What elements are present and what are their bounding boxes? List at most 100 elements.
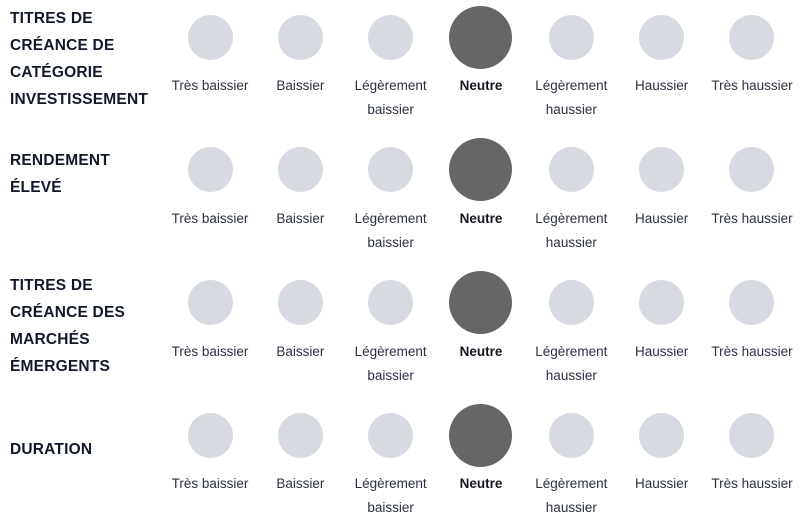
scale-point-label: Neutre [459,78,503,93]
asset-class-row: TITRES DE CRÉANCE DE CATÉGORIE INVESTISS… [0,0,800,133]
sentiment-scale: Très baissier Baissier Légèrement baissi… [160,0,800,122]
sentiment-dot-icon [368,147,414,193]
scale-point-haussier[interactable]: Haussier [618,0,706,98]
scale-point-legerement-baissier[interactable]: Légèrement baissier [347,266,435,388]
scale-point-label: Baissier [276,343,325,359]
sentiment-dot-icon [548,147,594,193]
scale-point-label: Très baissier [171,343,249,359]
scale-point-legerement-haussier[interactable]: Légèrement haussier [527,266,615,388]
scale-point-legerement-haussier[interactable]: Légèrement haussier [527,0,615,122]
scale-point-label: Légèrement baissier [354,476,427,516]
dot-slot [548,0,594,74]
scale-point-label: Légèrement baissier [354,78,427,117]
dot-slot [639,0,685,74]
scale-point-tres-baissier[interactable]: Très baissier [166,133,254,231]
sentiment-dot-icon [729,280,775,325]
asset-class-row: RENDEMENT ÉLEVÉ Très baissier Baissier L… [0,133,800,266]
sentiment-dot-icon [187,280,233,325]
dot-slot [639,266,685,340]
sentiment-dot-icon [548,412,594,458]
dot-slot [449,266,513,340]
scale-point-tres-haussier[interactable]: Très haussier [708,266,796,364]
scale-point-legerement-baissier[interactable]: Légèrement baissier [347,398,435,520]
scale-point-legerement-haussier[interactable]: Légèrement haussier [527,398,615,520]
scale-point-tres-baissier[interactable]: Très baissier [166,266,254,364]
dot-slot [729,266,775,340]
dot-slot [277,133,323,207]
scale-point-legerement-baissier[interactable]: Légèrement baissier [347,0,435,122]
scale-point-baissier[interactable]: Baissier [256,0,344,98]
sentiment-dot-icon [548,14,594,60]
scale-point-tres-haussier[interactable]: Très haussier [708,398,796,496]
scale-point-label: Baissier [276,210,325,226]
scale-point-baissier[interactable]: Baissier [256,133,344,231]
scale-point-label: Légèrement baissier [354,343,427,383]
dot-slot [729,398,775,472]
sentiment-dot-icon [729,412,775,458]
dot-slot [187,133,233,207]
sentiment-dot-icon [639,14,685,60]
scale-point-label: Très baissier [171,476,249,492]
dot-slot [368,0,414,74]
dot-slot [187,0,233,74]
scale-point-baissier[interactable]: Baissier [256,266,344,364]
scale-point-label: Légèrement haussier [535,343,608,383]
dot-slot [729,133,775,207]
scale-point-label: Très haussier [711,476,793,492]
scale-point-neutre[interactable]: Neutre [437,0,525,98]
scale-point-label: Baissier [276,78,325,93]
scale-point-neutre[interactable]: Neutre [437,266,525,364]
scale-point-legerement-haussier[interactable]: Légèrement haussier [527,133,615,255]
dot-slot [639,398,685,472]
scale-point-label: Très haussier [711,78,793,93]
scale-point-neutre[interactable]: Neutre [437,398,525,496]
scale-point-haussier[interactable]: Haussier [618,133,706,231]
sentiment-dot-icon [368,280,414,325]
dot-slot [187,266,233,340]
scale-point-label: Haussier [635,210,689,226]
dot-slot [449,398,513,472]
scale-point-tres-baissier[interactable]: Très baissier [166,0,254,98]
scale-point-tres-haussier[interactable]: Très haussier [708,0,796,98]
dot-slot [449,0,513,74]
dot-slot [277,398,323,472]
dot-slot [277,266,323,340]
asset-class-label: RENDEMENT ÉLEVÉ [10,151,110,196]
scale-point-neutre[interactable]: Neutre [437,133,525,231]
scale-point-legerement-baissier[interactable]: Légèrement baissier [347,133,435,255]
asset-class-label: TITRES DE CRÉANCE DES MARCHÉS ÉMERGENTS [10,276,126,375]
dot-slot [368,133,414,207]
scale-point-label: Légèrement baissier [354,210,427,250]
sentiment-dot-icon [277,280,323,325]
sentiment-dot-selected-icon [449,403,513,467]
sentiment-dot-icon [639,147,685,193]
sentiment-dot-icon [187,412,233,458]
sentiment-dot-icon [639,280,685,325]
scale-point-label: Haussier [635,343,689,359]
sentiment-matrix: TITRES DE CRÉANCE DE CATÉGORIE INVESTISS… [0,0,800,531]
scale-point-label: Légèrement haussier [535,476,608,516]
dot-slot [548,133,594,207]
scale-point-label: Légèrement haussier [535,78,608,117]
scale-point-label: Baissier [276,476,325,492]
scale-point-label: Neutre [459,476,503,492]
scale-point-label: Très baissier [171,78,249,93]
asset-class-label: TITRES DE CRÉANCE DE CATÉGORIE INVESTISS… [10,10,149,108]
scale-point-haussier[interactable]: Haussier [618,266,706,364]
dot-slot [187,398,233,472]
dot-slot [368,398,414,472]
scale-point-tres-baissier[interactable]: Très baissier [166,398,254,496]
scale-point-label: Très baissier [171,210,249,226]
sentiment-dot-icon [368,14,414,60]
dot-slot [548,398,594,472]
scale-point-haussier[interactable]: Haussier [618,398,706,496]
scale-point-tres-haussier[interactable]: Très haussier [708,133,796,231]
sentiment-dot-icon [729,147,775,193]
dot-slot [548,266,594,340]
scale-point-baissier[interactable]: Baissier [256,398,344,496]
dot-slot [277,0,323,74]
sentiment-dot-icon [729,14,775,60]
sentiment-dot-selected-icon [449,5,513,69]
sentiment-dot-selected-icon [449,271,513,334]
scale-point-label: Haussier [635,78,689,93]
